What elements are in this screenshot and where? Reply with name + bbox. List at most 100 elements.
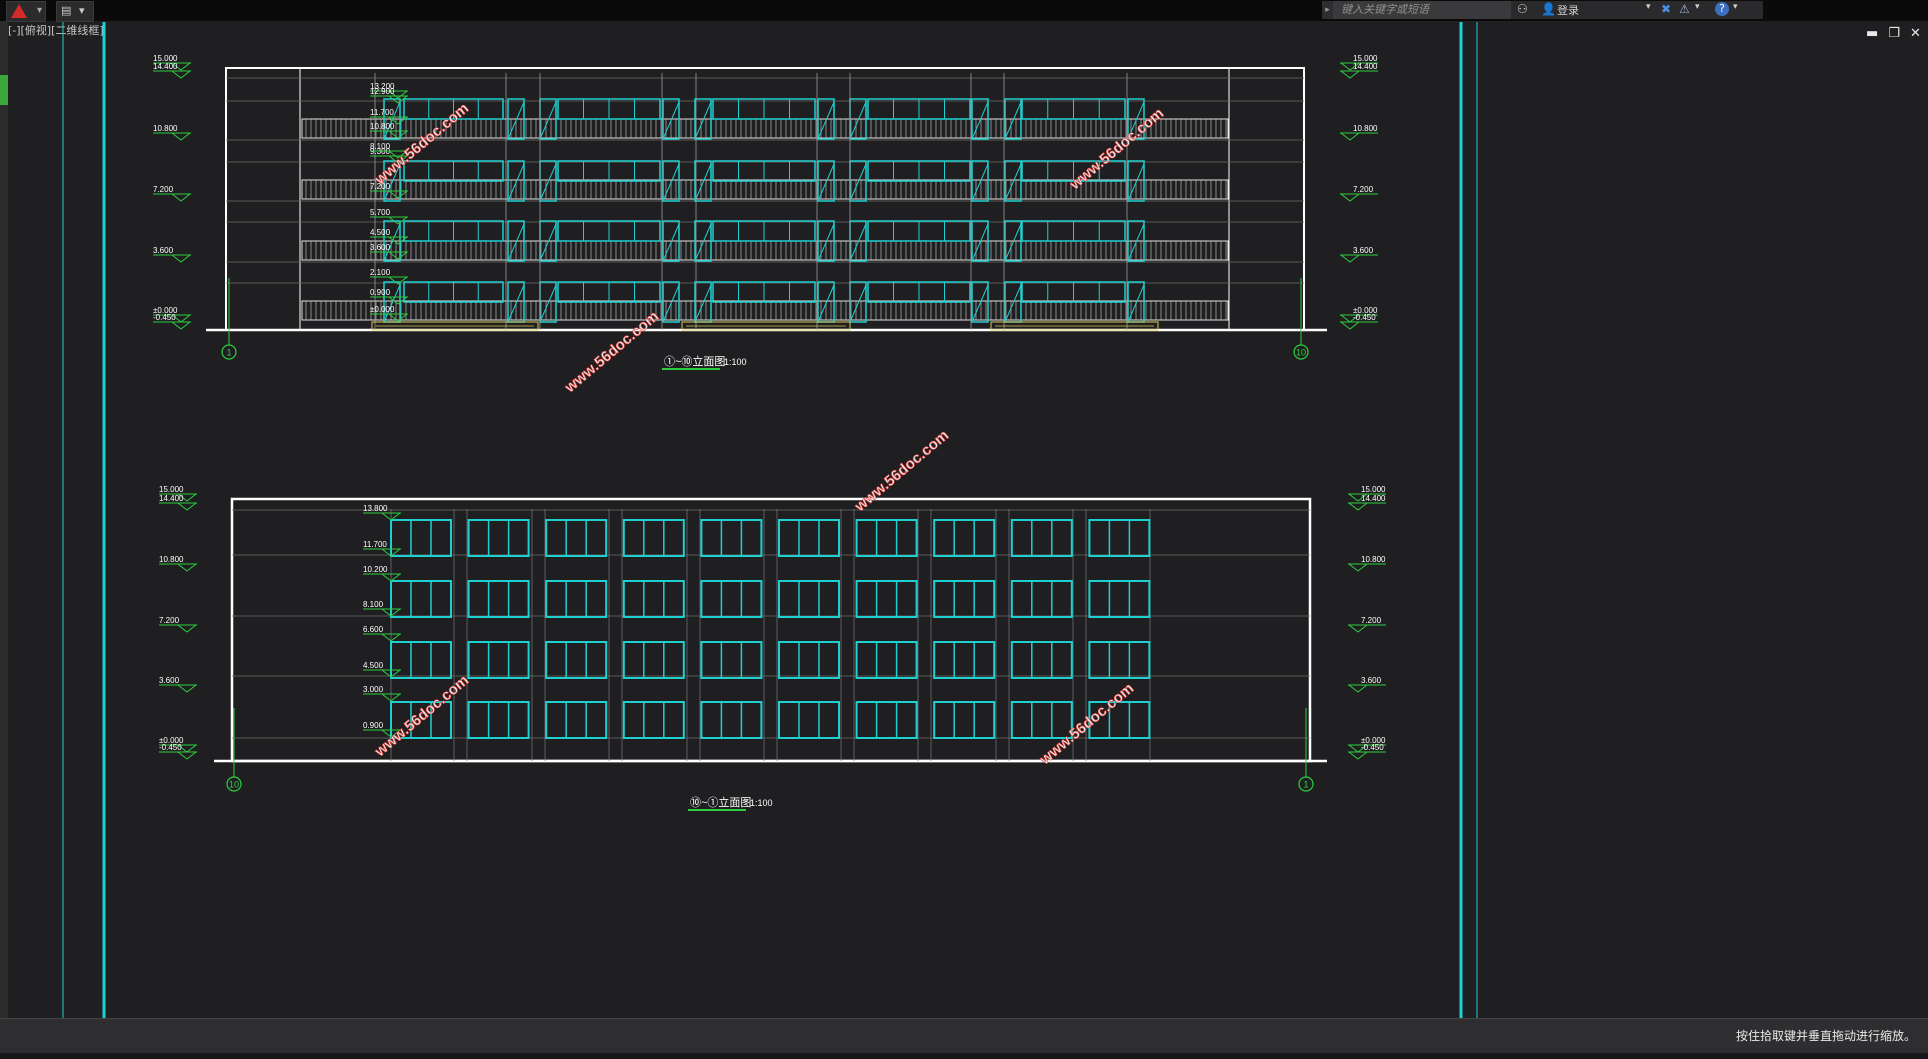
level-symbol [176,751,198,760]
level-label: -0.450 [1353,313,1376,322]
window-frame [1021,160,1126,182]
window-frame [467,519,530,557]
quick-access-toolbar[interactable]: ▤ ▾ [56,1,94,22]
level-symbol [387,95,409,104]
door-swing [1004,101,1022,140]
level-marker-inner: 3.000 [363,685,402,702]
status-bar [0,1053,1928,1059]
axis-bubble-left [226,776,242,792]
window-frame [712,160,816,182]
user-icon[interactable]: 👤 [1541,2,1556,16]
level-marker-inner: 5.700 [370,208,409,225]
door-swing [849,101,867,140]
level-symbol [380,669,402,678]
door-frame [694,220,712,262]
window-frame [557,281,661,303]
watermark-text: www.56doc.com [1036,680,1137,769]
viewport-controls[interactable]: [-][俯视][二维线框] [8,24,104,37]
level-label: 11.700 [370,108,394,117]
drawing-scale: 1:100 [724,357,747,367]
door-frame [1004,160,1022,202]
level-marker-inner: 6.600 [363,625,402,642]
drawing-title: ⑩~①立面图 [690,795,751,809]
level-label: 7.200 [153,185,174,194]
panel-tab[interactable] [0,75,8,105]
window-frame [1021,220,1126,242]
level-symbol [387,130,409,139]
level-label: 3.000 [363,685,384,694]
level-symbol [380,608,402,617]
door-frame [507,220,525,262]
binoculars-icon[interactable]: ⚇ [1517,2,1528,16]
login-button[interactable]: 登录 [1557,2,1579,18]
chevron-down-icon[interactable]: ▾ [1695,2,1700,12]
chevron-right-icon[interactable]: ▸ [1322,1,1333,19]
level-symbol [1347,624,1369,633]
window-frame [855,519,918,557]
restore-icon[interactable]: ❐ [1888,26,1900,41]
entrance-steps [371,321,539,331]
level-symbol [380,548,402,557]
chevron-down-icon[interactable]: ▾ [1733,2,1738,12]
level-marker-right: 15.000 [1339,54,1378,71]
balcony-railing [301,118,1229,139]
window-frame [622,701,685,739]
chevron-down-icon[interactable]: ▾ [79,4,85,17]
window-frame [867,160,971,182]
door-swing [1127,163,1145,202]
door-swing [694,284,712,323]
door-swing [817,101,835,140]
window-frame [867,98,971,120]
level-symbol [176,493,198,502]
level-marker-inner: 8.100 [370,142,409,159]
level-symbol [380,633,402,642]
level-marker-left: 7.200 [153,185,192,202]
window-frame [1010,641,1073,679]
door-frame [694,98,712,140]
close-icon[interactable]: ✕ [1910,26,1921,41]
door-frame [662,160,680,202]
help-icon[interactable]: ? [1715,2,1729,16]
level-marker-inner: ±0.000 [370,305,409,322]
window-frame [778,641,840,679]
connect-icon[interactable]: ⚠ [1679,2,1690,16]
exchange-icon[interactable]: ✖ [1661,2,1671,16]
level-label: 5.700 [370,208,391,217]
balcony-railing [301,300,1229,321]
door-swing [1004,223,1022,262]
application-menu-button[interactable]: ▾ [6,1,46,22]
level-symbol [1339,321,1361,330]
drawing-canvas[interactable]: 15.00014.40010.8007.2003.600±0.000-0.450… [0,0,1928,1058]
window-frame [778,701,840,739]
level-label: 7.200 [1361,616,1382,625]
level-label: 8.100 [363,600,384,609]
window-frame [1088,580,1151,618]
chevron-down-icon[interactable]: ▾ [1646,2,1651,12]
level-marker-left: 15.000 [159,485,198,502]
level-marker-right: ±0.000 [1347,736,1386,753]
level-symbol [387,116,409,125]
door-frame [1127,281,1145,323]
workspace-icon[interactable]: ▤ [61,4,71,17]
level-label: 15.000 [159,485,184,494]
minimize-icon[interactable]: ▬ [1866,26,1878,41]
level-marker-left: 14.400 [153,62,192,79]
door-frame [1004,220,1022,262]
window-frame [403,160,504,182]
door-swing [1004,163,1022,202]
level-label: 14.400 [1361,494,1386,503]
level-symbol [1339,70,1361,79]
watermark-text: www.56doc.com [371,672,472,761]
level-marker-inner: 9.300 [370,147,409,164]
window-frame [778,580,840,618]
level-marker-right: 7.200 [1347,616,1386,633]
left-panel-edge [0,21,8,1037]
level-symbol [387,236,409,245]
search-input[interactable]: 键入关键字或短语 [1333,1,1511,19]
level-label: ±0.000 [1361,736,1386,745]
level-label: -0.450 [159,743,182,752]
window-frame [1010,519,1073,557]
level-marker-right: 15.000 [1347,485,1386,502]
door-frame [539,160,557,202]
level-label: 3.600 [159,676,180,685]
